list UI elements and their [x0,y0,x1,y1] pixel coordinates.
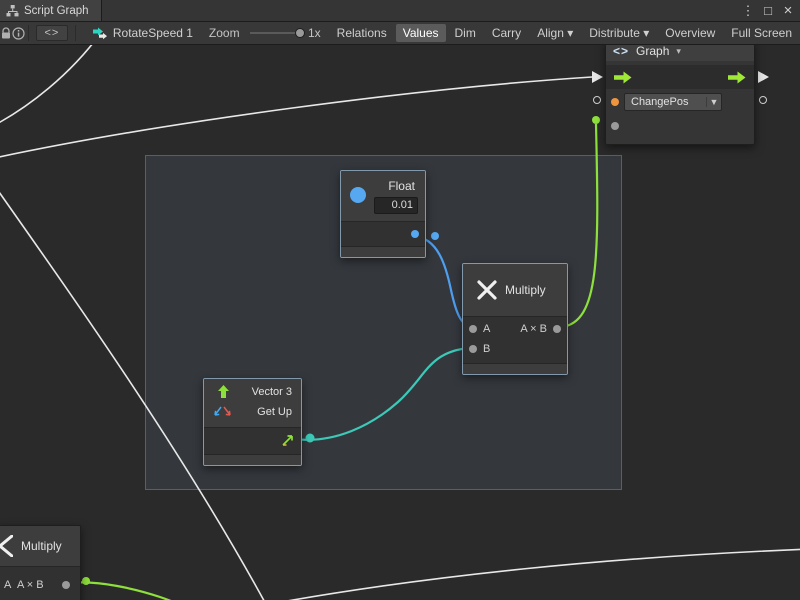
changepos-dropdown[interactable]: ChangePos ▼ [624,93,722,111]
values-button[interactable]: Values [396,24,446,42]
float-output-port[interactable] [411,230,419,238]
zoom-value: 1x [308,26,321,40]
relations-button[interactable]: Relations [330,24,394,42]
node-get-up[interactable]: Vector 3 Get Up [203,378,302,466]
info-icon[interactable] [12,22,25,44]
extra-port-row [606,119,754,139]
code-icon: <> [613,44,629,58]
carry-button[interactable]: Carry [485,24,528,42]
tab-script-graph[interactable]: Script Graph [0,0,102,21]
changepos-row: ChangePos ▼ [606,93,754,119]
toolbar-separator [28,25,29,41]
changepos-port[interactable] [611,98,619,106]
multiply-output-port[interactable] [553,325,561,333]
port-label-b: B [483,343,490,355]
node-float[interactable]: Float 0.01 [340,170,426,258]
getup-subtitle: Get Up [257,406,292,418]
lock-icon[interactable] [0,22,12,44]
align-button[interactable]: Align ▾ [530,24,580,42]
dim-button[interactable]: Dim [448,24,483,42]
toolbar-buttons: Relations Values Dim Carry Align ▾ Distr… [329,22,800,44]
flow-output-arrow[interactable] [758,71,769,83]
transform-axes-icon [213,406,233,418]
flow-out-arrow-icon[interactable] [728,71,746,84]
float-value-field[interactable]: 0.01 [374,197,418,214]
value-port-circle-left[interactable] [593,96,601,104]
multiply-title: Multiply [505,283,546,297]
window-close-button[interactable]: × [780,0,796,21]
port-label-out: A × B [520,323,547,335]
vector3-up-arrow-icon [217,385,230,399]
graph-asset-icon [93,27,108,40]
multiply-input-b-port[interactable] [469,345,477,353]
distribute-button[interactable]: Distribute ▾ [582,24,656,42]
flow-input-arrow[interactable] [592,71,603,83]
zoom-label: Zoom [209,26,240,40]
vector3-title: Vector 3 [252,386,292,398]
dropdown-caret-icon: ▼ [706,97,721,107]
multiply-input-a-port[interactable] [469,325,477,333]
port-label-a: A [483,323,490,335]
changepos-value: ChangePos [625,96,706,108]
window-menu-button[interactable]: ⋮ [740,0,756,21]
graph-node-panel[interactable]: <> Graph ▾ ChangePos ▼ [605,40,755,145]
partial-multiply-title: Multiply [21,539,62,553]
node-multiply-partial[interactable]: Multiply A A × B [0,525,81,600]
full-screen-button[interactable]: Full Screen [724,24,799,42]
overview-button[interactable]: Overview [658,24,722,42]
flow-row [606,65,754,89]
zoom-slider-track[interactable] [250,32,301,34]
float-title: Float [388,179,415,193]
float-icon [350,187,366,203]
script-graph-icon [6,5,19,17]
zoom-slider-handle[interactable] [295,28,305,38]
flow-in-arrow-icon[interactable] [614,71,632,84]
node-multiply[interactable]: Multiply A A × B B [462,263,568,375]
toolbar-separator [75,25,76,41]
code-view-button[interactable]: <> [36,25,69,41]
multiply-x-icon-partial [0,535,13,557]
breadcrumb-label: RotateSpeed 1 [113,26,193,40]
zoom-slider[interactable] [250,27,301,39]
multiply-x-icon [476,279,498,301]
gray-port[interactable] [611,122,619,130]
window-restore-button[interactable]: □ [760,0,776,21]
graph-title: Graph [636,44,669,58]
breadcrumb[interactable]: RotateSpeed 1 [93,26,193,40]
toolbar: <> RotateSpeed 1 Zoom 1x Relations Value… [0,22,800,45]
value-port-circle-right[interactable] [759,96,767,104]
partial-port-label-out: A × B [17,579,44,591]
script-graph-window: <> Graph ▾ ChangePos ▼ Float [0,0,800,600]
window-titlebar: Script Graph ⋮ □ × [0,0,800,22]
vector3-output-port-icon[interactable] [281,434,295,447]
tab-title: Script Graph [24,5,89,17]
window-controls: ⋮ □ × [740,0,800,21]
partial-port-label-a: A [4,579,11,591]
graph-caret-icon: ▾ [676,46,681,57]
partial-multiply-output-port[interactable] [62,581,70,589]
